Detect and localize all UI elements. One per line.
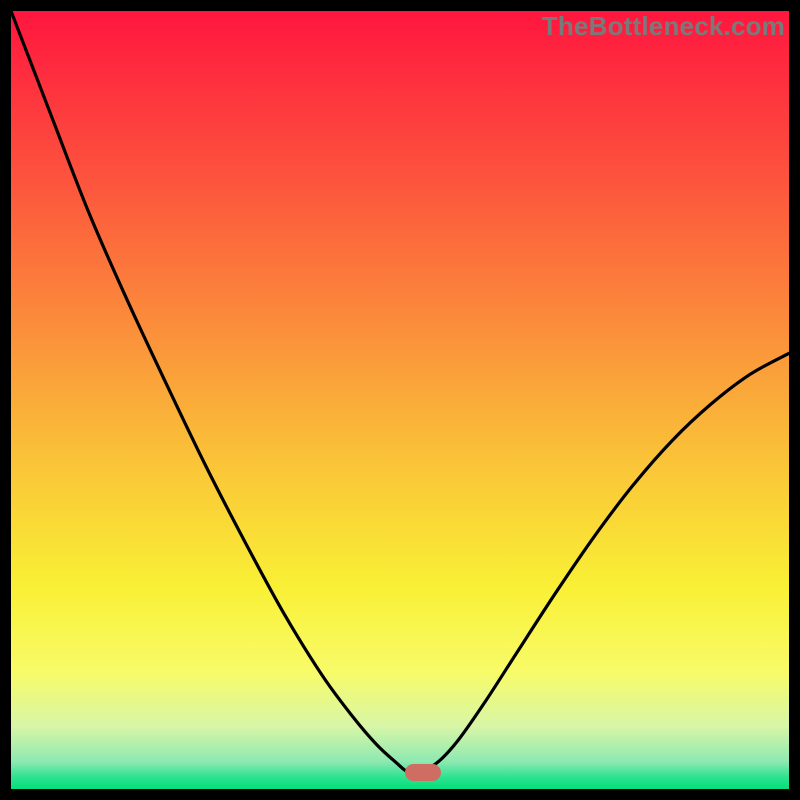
watermark-text: TheBottleneck.com xyxy=(542,11,785,42)
gradient-background xyxy=(11,11,789,789)
bottleneck-chart xyxy=(11,11,789,789)
optimal-point-marker xyxy=(405,764,441,781)
chart-frame: TheBottleneck.com xyxy=(11,11,789,789)
